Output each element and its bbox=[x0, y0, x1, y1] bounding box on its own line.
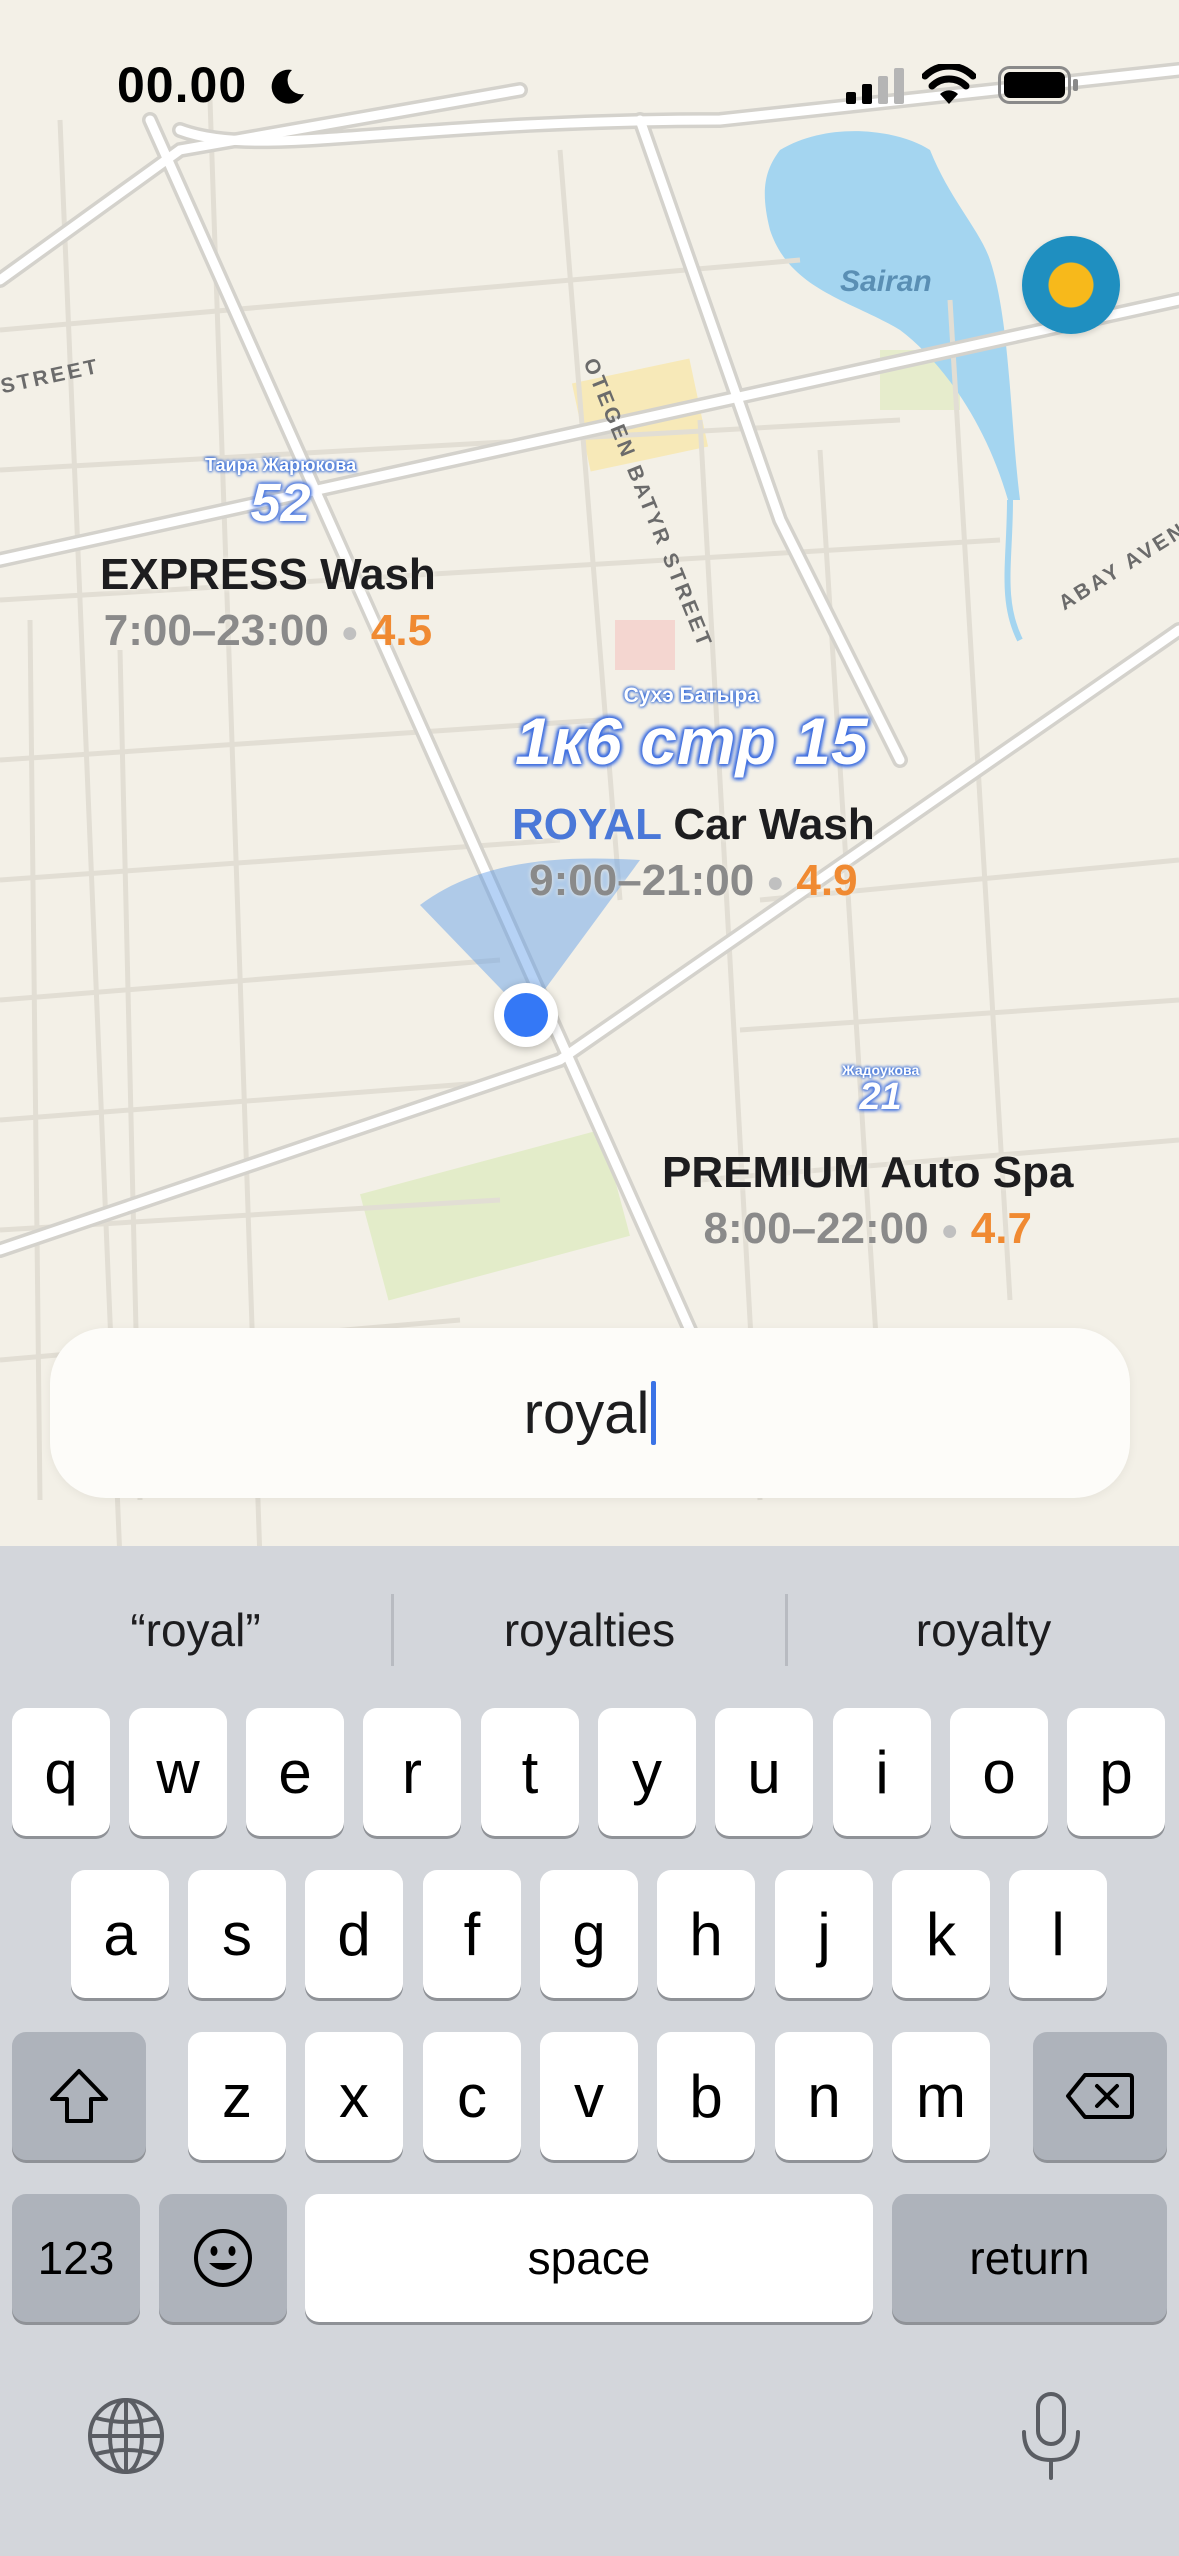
wifi-icon bbox=[922, 64, 976, 104]
district-number: 21 bbox=[859, 1076, 902, 1118]
globe-icon[interactable] bbox=[86, 2396, 166, 2476]
key-z[interactable]: z bbox=[188, 2032, 286, 2160]
place-name: ROYAL Car Wash bbox=[512, 800, 875, 850]
keyboard: “royal” royalties royalty q w e r t y u … bbox=[0, 1546, 1179, 2556]
key-s[interactable]: s bbox=[188, 1870, 286, 1998]
key-m[interactable]: m bbox=[892, 2032, 990, 2160]
key-d[interactable]: d bbox=[305, 1870, 403, 1998]
key-t[interactable]: t bbox=[481, 1708, 579, 1836]
key-p[interactable]: p bbox=[1067, 1708, 1165, 1836]
key-h[interactable]: h bbox=[657, 1870, 755, 1998]
key-n[interactable]: n bbox=[775, 2032, 873, 2160]
district-marker-1k6[interactable]: Сухэ Батыра 1к6 стр 15 bbox=[515, 684, 868, 774]
suggestion-2[interactable]: royalties bbox=[394, 1582, 785, 1678]
search-input-text: royal bbox=[523, 1380, 650, 1446]
battery-icon bbox=[998, 66, 1078, 104]
moon-icon bbox=[271, 69, 304, 104]
place-hours: 8:00–22:00 bbox=[703, 1204, 929, 1253]
search-input[interactable]: royal bbox=[50, 1328, 1130, 1498]
key-g[interactable]: g bbox=[540, 1870, 638, 1998]
numbers-key[interactable]: 123 bbox=[12, 2194, 140, 2322]
suggestion-bar: “royal” royalties royalty bbox=[0, 1582, 1179, 1678]
key-b[interactable]: b bbox=[657, 2032, 755, 2160]
key-k[interactable]: k bbox=[892, 1870, 990, 1998]
return-key[interactable]: return bbox=[892, 2194, 1167, 2322]
suggestion-1[interactable]: “royal” bbox=[0, 1582, 391, 1678]
space-key[interactable]: space bbox=[305, 2194, 873, 2322]
shift-icon bbox=[50, 2069, 108, 2123]
key-o[interactable]: o bbox=[950, 1708, 1048, 1836]
place-royal-car-wash[interactable]: ROYAL Car Wash 9:00–21:00 ● 4.9 bbox=[512, 800, 875, 906]
district-marker-52[interactable]: Таира Жарюкова 52 bbox=[205, 455, 356, 530]
key-l[interactable]: l bbox=[1009, 1870, 1107, 1998]
map-view[interactable]: STREET OTEGEN BATYR STREET ABAY AVEN Sai… bbox=[0, 0, 1179, 1560]
backspace-key[interactable] bbox=[1033, 2032, 1167, 2160]
key-i[interactable]: i bbox=[833, 1708, 931, 1836]
suggestion-3[interactable]: royalty bbox=[788, 1582, 1179, 1678]
place-meta: 8:00–22:00 ● 4.7 bbox=[703, 1204, 1032, 1253]
place-name-match: ROYAL bbox=[512, 800, 662, 849]
place-hours: 7:00–23:00 bbox=[103, 606, 329, 655]
key-r[interactable]: r bbox=[363, 1708, 461, 1836]
signal-icon bbox=[846, 68, 904, 104]
key-j[interactable]: j bbox=[775, 1870, 873, 1998]
place-premium-auto-spa[interactable]: PREMIUM Auto Spa 8:00–22:00 ● 4.7 bbox=[662, 1148, 1073, 1254]
emoji-icon bbox=[194, 2229, 252, 2287]
key-q[interactable]: q bbox=[12, 1708, 110, 1836]
place-hours: 9:00–21:00 bbox=[529, 856, 755, 905]
place-rating: 4.5 bbox=[370, 606, 433, 655]
place-name-rest: Car Wash bbox=[661, 800, 875, 849]
key-v[interactable]: v bbox=[540, 2032, 638, 2160]
district-number: 52 bbox=[250, 473, 311, 533]
place-name: PREMIUM Auto Spa bbox=[662, 1148, 1074, 1197]
key-f[interactable]: f bbox=[423, 1870, 521, 1998]
key-w[interactable]: w bbox=[129, 1708, 227, 1836]
text-caret bbox=[651, 1381, 657, 1445]
map-roads bbox=[0, 62, 1179, 1560]
place-meta: 7:00–23:00 ● 4.5 bbox=[103, 606, 433, 655]
place-meta: 9:00–21:00 ● 4.9 bbox=[529, 856, 858, 905]
place-name: EXPRESS Wash bbox=[100, 550, 436, 599]
district-marker-21[interactable]: Жадоукова 21 bbox=[842, 1062, 919, 1116]
district-number: 1к6 стр 15 bbox=[515, 704, 868, 778]
shift-key[interactable] bbox=[12, 2032, 146, 2160]
key-e[interactable]: e bbox=[246, 1708, 344, 1836]
place-rating: 4.7 bbox=[970, 1204, 1032, 1253]
microphone-icon[interactable] bbox=[1016, 2390, 1086, 2482]
key-c[interactable]: c bbox=[423, 2032, 521, 2160]
key-a[interactable]: a bbox=[71, 1870, 169, 1998]
place-express-wash[interactable]: EXPRESS Wash 7:00–23:00 ● 4.5 bbox=[100, 550, 436, 656]
key-y[interactable]: y bbox=[598, 1708, 696, 1836]
backspace-icon bbox=[1066, 2073, 1134, 2119]
key-x[interactable]: x bbox=[305, 2032, 403, 2160]
key-u[interactable]: u bbox=[715, 1708, 813, 1836]
current-location-icon[interactable] bbox=[494, 983, 558, 1047]
lake-label: Sairan bbox=[840, 265, 932, 298]
emoji-key[interactable] bbox=[159, 2194, 287, 2322]
status-bar: 00.00 bbox=[0, 0, 1179, 170]
status-time: 00.00 bbox=[117, 57, 248, 113]
place-rating: 4.9 bbox=[796, 856, 858, 905]
sun-icon[interactable] bbox=[1022, 236, 1120, 334]
